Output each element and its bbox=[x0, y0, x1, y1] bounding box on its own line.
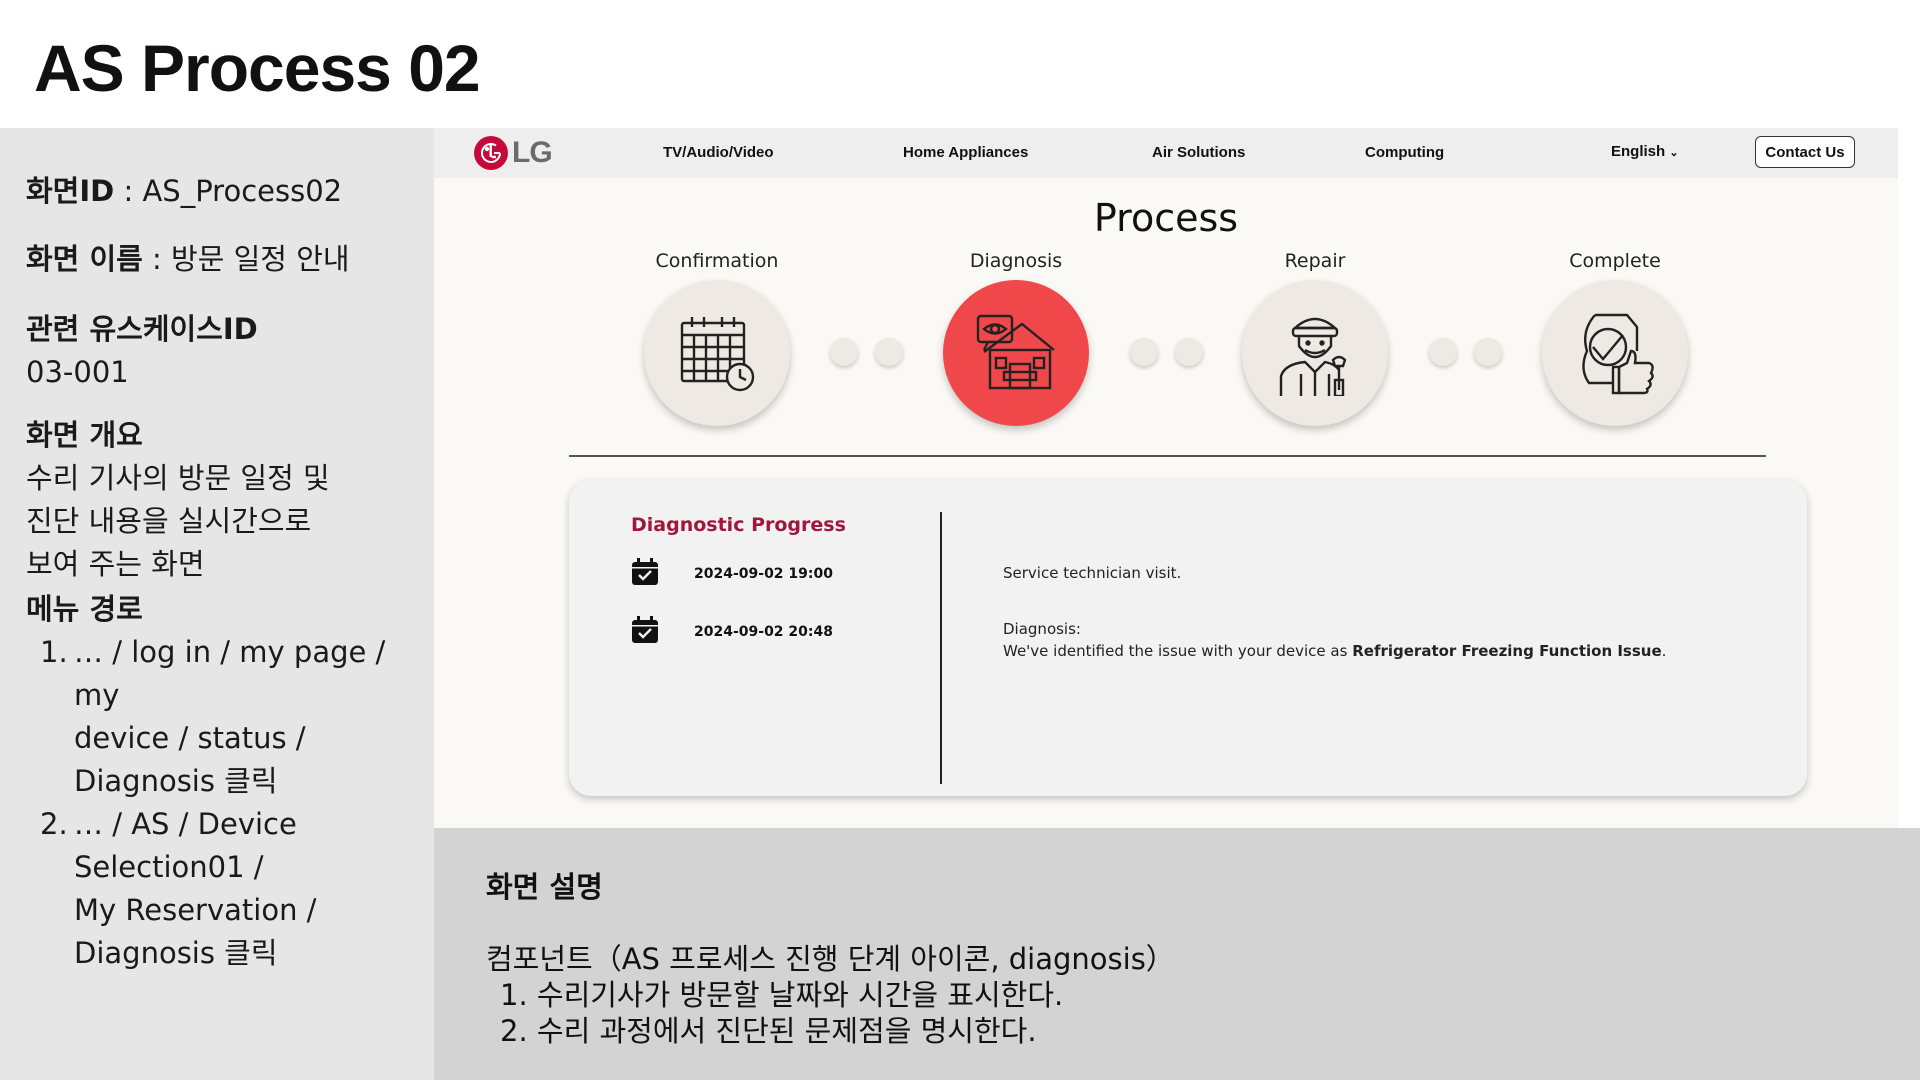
step-label-complete: Complete bbox=[1569, 250, 1661, 272]
menu-path-line: My Reservation / bbox=[74, 893, 317, 927]
top-navigation: LG TV/Audio/Video Home Appliances Air So… bbox=[434, 128, 1898, 178]
menu-path: 메뉴 경로 1. … / log in / my page / my devic… bbox=[26, 588, 434, 975]
calendar-check-icon bbox=[632, 616, 658, 643]
language-selector[interactable]: English ⌄ bbox=[1611, 143, 1679, 160]
menu-path-num: 2. bbox=[40, 807, 68, 841]
screen-id-label: 화면ID bbox=[26, 174, 115, 208]
progress-dot bbox=[1474, 338, 1502, 366]
overview: 화면 개요 수리 기사의 방문 일정 및 진단 내용을 실시간으로 보여 주는 … bbox=[26, 414, 330, 586]
contact-us-button[interactable]: Contact Us bbox=[1755, 136, 1855, 168]
calendar-check-icon bbox=[632, 558, 658, 585]
step-label-confirmation: Confirmation bbox=[655, 250, 779, 272]
menu-path-num: 1. bbox=[40, 635, 68, 669]
entry-description: Service technician visit. bbox=[1003, 564, 1182, 582]
lg-logo-icon bbox=[474, 136, 508, 170]
description-item: 2. 수리 과정에서 진단된 문제점을 명시한다. bbox=[500, 1014, 1037, 1048]
lg-logo-text: LG bbox=[512, 136, 553, 169]
menu-path-label: 메뉴 경로 bbox=[26, 592, 143, 626]
calendar-clock-icon bbox=[680, 317, 755, 392]
nav-air-solutions[interactable]: Air Solutions bbox=[1152, 144, 1245, 161]
house-inspection-icon bbox=[976, 314, 1055, 390]
screen-name-label: 화면 이름 bbox=[26, 242, 143, 276]
process-title: Process bbox=[1093, 196, 1239, 240]
menu-path-line: … / AS / Device bbox=[74, 807, 297, 841]
progress-dot bbox=[1130, 338, 1158, 366]
language-label: English bbox=[1611, 143, 1666, 160]
screen-name: 화면 이름 : 방문 일정 안내 bbox=[26, 238, 350, 281]
nav-tv-audio-video[interactable]: TV/Audio/Video bbox=[663, 144, 774, 161]
nav-computing[interactable]: Computing bbox=[1365, 144, 1444, 161]
menu-path-line: … / log in / my page / my bbox=[74, 635, 386, 712]
lg-logo[interactable]: LG bbox=[474, 136, 553, 170]
progress-dot bbox=[830, 338, 858, 366]
overview-line: 진단 내용을 실시간으로 bbox=[26, 504, 312, 538]
page-mockup: LG TV/Audio/Video Home Appliances Air So… bbox=[434, 128, 1898, 828]
issue-name: Refrigerator Freezing Function Issue bbox=[1352, 642, 1662, 660]
slide-title: AS Process 02 bbox=[34, 31, 481, 105]
card-title: Diagnostic Progress bbox=[631, 514, 846, 536]
step-complete[interactable] bbox=[1542, 280, 1688, 426]
timestamp: 2024-09-02 20:48 bbox=[694, 624, 833, 640]
menu-path-line: Diagnosis 클릭 bbox=[74, 936, 278, 970]
progress-dot bbox=[1175, 338, 1203, 366]
step-label-repair: Repair bbox=[1284, 250, 1346, 272]
step-diagnosis[interactable] bbox=[943, 280, 1089, 426]
chevron-down-icon: ⌄ bbox=[1669, 147, 1679, 159]
document-thumbs-up-icon bbox=[1582, 313, 1654, 395]
step-repair[interactable] bbox=[1242, 280, 1388, 426]
screen-name-value: : 방문 일정 안내 bbox=[142, 242, 350, 276]
menu-path-item: 2. … / AS / Device Selection01 / My Rese… bbox=[26, 803, 434, 975]
spec-panel: 화면ID : AS_Process02 화면 이름 : 방문 일정 안내 관련 … bbox=[0, 128, 434, 1080]
entry-heading: Diagnosis: bbox=[1003, 620, 1081, 638]
usecase-label: 관련 유스케이스ID bbox=[26, 312, 258, 346]
screen-id: 화면ID : AS_Process02 bbox=[26, 170, 342, 213]
progress-dot bbox=[875, 338, 903, 366]
timeline-divider bbox=[940, 512, 942, 784]
diagnostic-progress-card: Diagnostic Progress 2024-09-02 19:00 202… bbox=[569, 480, 1807, 796]
entry-text-suffix: . bbox=[1661, 642, 1667, 660]
menu-path-line: device / status / bbox=[74, 721, 306, 755]
nav-home-appliances[interactable]: Home Appliances bbox=[903, 144, 1028, 161]
timestamp: 2024-09-02 19:00 bbox=[694, 566, 833, 582]
menu-path-item: 1. … / log in / my page / my device / st… bbox=[26, 631, 434, 803]
step-label-diagnosis: Diagnosis bbox=[969, 250, 1063, 272]
usecase: 관련 유스케이스ID 03-001 bbox=[26, 308, 258, 394]
overview-line: 수리 기사의 방문 일정 및 bbox=[26, 461, 330, 495]
overview-line: 보여 주는 화면 bbox=[26, 547, 205, 581]
usecase-value: 03-001 bbox=[26, 355, 129, 389]
menu-path-line: Diagnosis 클릭 bbox=[74, 764, 278, 798]
screen-description: 화면 설명 컴포넌트（AS 프로세스 진행 단계 아이콘, diagnosis）… bbox=[434, 828, 1920, 1080]
overview-label: 화면 개요 bbox=[26, 418, 143, 452]
divider bbox=[569, 455, 1766, 457]
screen-id-value: : AS_Process02 bbox=[114, 174, 343, 208]
menu-path-line: Selection01 / bbox=[74, 850, 264, 884]
progress-dot bbox=[1429, 338, 1457, 366]
step-confirmation[interactable] bbox=[644, 280, 790, 426]
screen-description-heading: 화면 설명 bbox=[486, 870, 603, 904]
entry-text: We've identified the issue with your dev… bbox=[1003, 642, 1353, 660]
entry-description: Diagnosis: We've identified the issue wi… bbox=[1003, 618, 1666, 662]
technician-icon bbox=[1279, 317, 1347, 396]
